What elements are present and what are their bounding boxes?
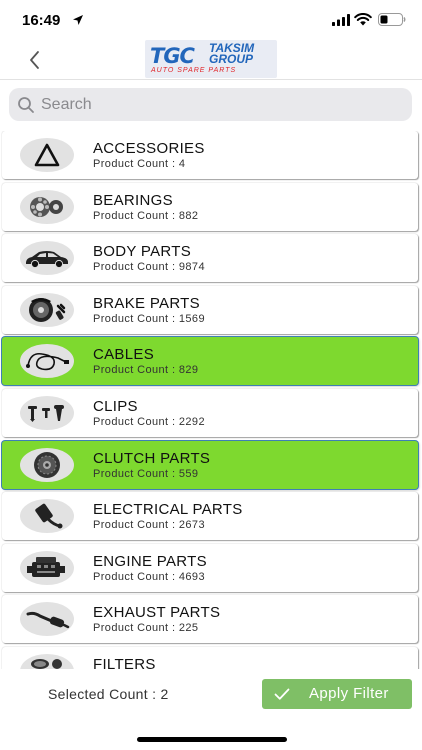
- category-row[interactable]: CLUTCH PARTS Product Count : 559: [2, 440, 418, 489]
- wifi-icon: [354, 13, 372, 26]
- category-thumbnail: [20, 550, 74, 585]
- logo-name: TAKSIM GROUP: [209, 41, 255, 66]
- product-count: Product Count : 4693: [93, 570, 205, 583]
- filter-footer: Selected Count : 2 Apply Filter: [0, 669, 422, 750]
- search-icon: [18, 97, 34, 113]
- category-row[interactable]: BEARINGS Product Count : 882: [2, 182, 418, 231]
- category-name: ELECTRICAL PARTS: [93, 501, 243, 519]
- status-time: 16:49: [22, 12, 61, 29]
- product-count: Product Count : 1569: [93, 312, 205, 325]
- category-name: EXHAUST PARTS: [93, 604, 221, 622]
- category-row[interactable]: ENGINE PARTS Product Count : 4693: [2, 543, 418, 592]
- cable-icon: [26, 353, 69, 371]
- category-name: BODY PARTS: [93, 243, 192, 261]
- engine-icon: [27, 556, 65, 577]
- product-count: Product Count : 882: [93, 209, 199, 222]
- category-thumbnail: [20, 602, 74, 637]
- battery-icon: [378, 13, 406, 26]
- category-name: BEARINGS: [93, 191, 173, 209]
- category-name: CLIPS: [93, 398, 138, 415]
- category-list: ACCESSORIES Product Count : 4 BEARINGS Prod…: [0, 131, 422, 669]
- electrical-connector-icon: [35, 503, 63, 529]
- category-row[interactable]: ELECTRICAL PARTS Product Count : 2673: [2, 492, 418, 541]
- category-row[interactable]: CABLES Product Count : 829: [2, 337, 418, 386]
- category-name: BRAKE PARTS: [93, 294, 200, 312]
- category-thumbnail: [20, 499, 74, 534]
- category-row[interactable]: BRAKE PARTS Product Count : 1569: [2, 285, 418, 334]
- search-bar: [9, 88, 412, 121]
- category-thumbnail: [20, 138, 74, 172]
- product-count: Product Count : 829: [93, 364, 199, 377]
- brake-disc-icon: [29, 297, 66, 322]
- category-row[interactable]: CLIPS Product Count : 2292: [2, 389, 418, 437]
- checkmark-icon: [274, 688, 290, 700]
- apply-filter-button[interactable]: Apply Filter: [262, 679, 412, 709]
- logo-mark: TGC: [150, 44, 195, 68]
- cellular-signal-icon: [332, 14, 350, 26]
- exhaust-pipe-icon: [26, 612, 70, 629]
- category-row[interactable]: FILTERS: [2, 647, 418, 669]
- chevron-left-icon: [30, 51, 39, 69]
- category-row[interactable]: ACCESSORIES Product Count : 4: [2, 131, 418, 179]
- category-row[interactable]: EXHAUST PARTS Product Count : 225: [2, 595, 418, 644]
- category-name: CLUTCH PARTS: [93, 449, 211, 467]
- search-input[interactable]: [41, 92, 401, 117]
- category-thumbnail: [20, 344, 74, 379]
- category-name: FILTERS: [93, 656, 156, 669]
- category-name: ACCESSORIES: [93, 140, 205, 157]
- bearing-icon: [30, 196, 63, 217]
- clutch-plate-icon: [34, 451, 60, 478]
- category-row[interactable]: BODY PARTS Product Count : 9874: [2, 234, 418, 283]
- car-body-icon: [26, 251, 68, 269]
- location-arrow-icon: [73, 15, 83, 25]
- product-count: Product Count : 2673: [93, 519, 205, 532]
- category-thumbnail: [20, 447, 74, 482]
- back-button[interactable]: [24, 48, 46, 72]
- home-indicator: [137, 737, 287, 742]
- category-thumbnail: [20, 292, 74, 327]
- category-thumbnail: [20, 654, 74, 669]
- nav-header: TGC TAKSIM GROUP AUTO SPARE PARTS: [0, 40, 422, 80]
- category-thumbnail: [20, 189, 74, 224]
- clips-icon: [28, 405, 64, 422]
- status-bar: 16:49: [0, 0, 422, 40]
- product-count: Product Count : 225: [93, 622, 199, 635]
- product-count: Product Count : 2292: [93, 416, 205, 428]
- category-name: ENGINE PARTS: [93, 552, 207, 570]
- category-name: CABLES: [93, 346, 154, 364]
- logo-tagline: AUTO SPARE PARTS: [151, 67, 237, 74]
- category-thumbnail: [20, 241, 74, 276]
- apply-filter-label: Apply Filter: [309, 685, 389, 702]
- product-count: Product Count : 9874: [93, 261, 205, 274]
- category-thumbnail: [20, 396, 74, 430]
- filter-icon: [31, 659, 62, 669]
- brand-logo: TGC TAKSIM GROUP AUTO SPARE PARTS: [145, 40, 277, 78]
- warning-triangle-icon: [34, 143, 60, 167]
- product-count: Product Count : 559: [93, 467, 199, 480]
- selected-count: Selected Count : 2: [48, 686, 169, 702]
- product-count: Product Count : 4: [93, 158, 186, 170]
